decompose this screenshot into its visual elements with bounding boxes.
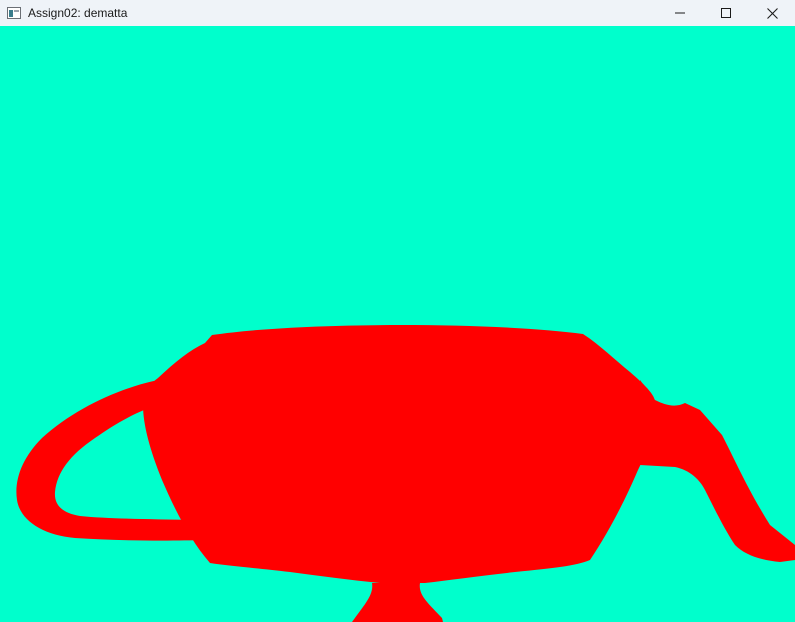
title-bar[interactable]: Assign02: dematta	[0, 0, 795, 26]
minimize-button[interactable]	[657, 0, 703, 26]
maximize-button[interactable]	[703, 0, 749, 26]
render-canvas[interactable]	[0, 26, 795, 622]
maximize-icon	[721, 8, 731, 18]
app-window: Assign02: dematta	[0, 0, 795, 622]
render-viewport	[0, 26, 795, 622]
close-icon	[766, 7, 778, 19]
close-button[interactable]	[749, 0, 795, 26]
app-icon	[7, 7, 21, 19]
minimize-icon	[675, 12, 685, 14]
teapot-body	[143, 325, 655, 583]
window-controls	[657, 0, 795, 26]
window-title: Assign02: dematta	[28, 6, 128, 20]
